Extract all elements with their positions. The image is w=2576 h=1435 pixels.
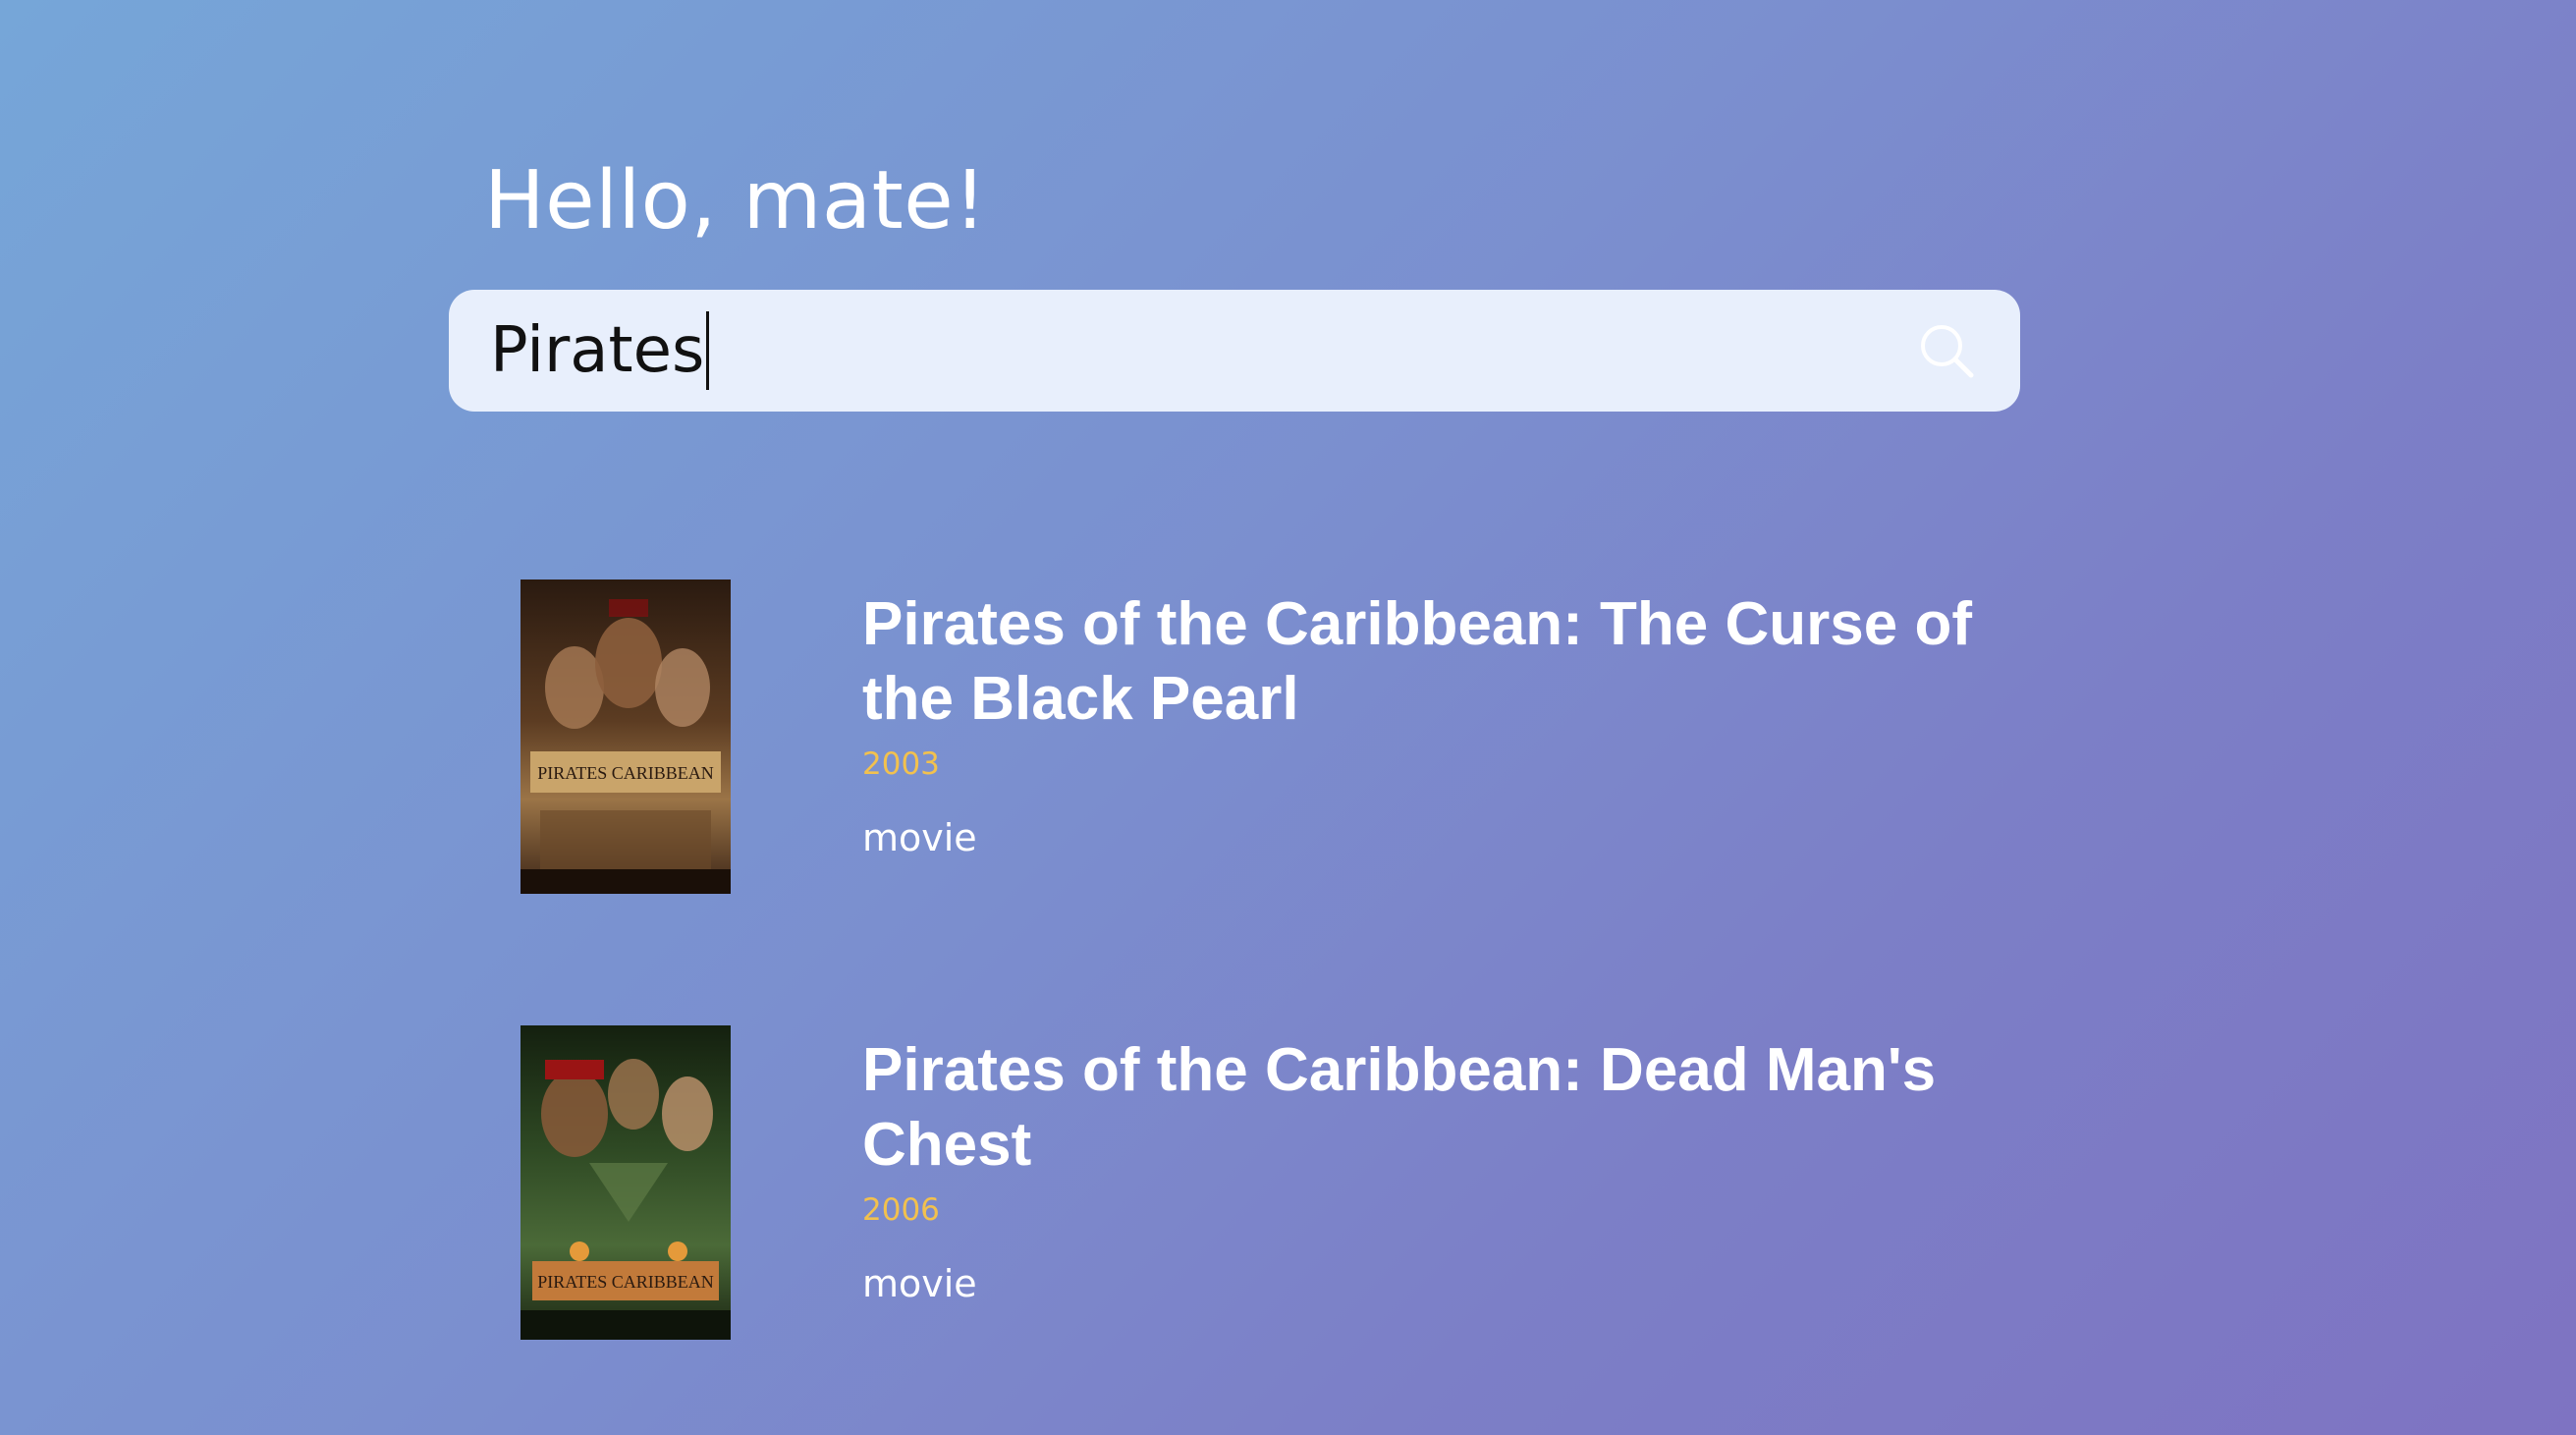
- search-bar[interactable]: Pirates: [449, 290, 2020, 412]
- result-title[interactable]: Pirates of the Caribbean: Dead Man's Che…: [862, 1033, 1992, 1183]
- greeting-heading: Hello, mate!: [484, 154, 987, 248]
- poster-title-text: PIRATES CARIBBEAN: [537, 1272, 714, 1292]
- search-input-value: Pirates: [490, 314, 705, 387]
- movie-poster[interactable]: PIRATES CARIBBEAN: [521, 1025, 731, 1340]
- search-input[interactable]: Pirates: [490, 311, 1912, 390]
- result-info: Pirates of the Caribbean: The Curse of t…: [862, 587, 1992, 860]
- result-item[interactable]: PIRATES CARIBBEAN Pirates of the Caribbe…: [521, 580, 1994, 894]
- result-year: 2006: [862, 1192, 940, 1228]
- result-type: movie: [862, 816, 977, 859]
- poster-title-text: PIRATES CARIBBEAN: [537, 763, 714, 783]
- result-info: Pirates of the Caribbean: Dead Man's Che…: [862, 1033, 1992, 1306]
- movie-poster[interactable]: PIRATES CARIBBEAN: [521, 580, 731, 894]
- result-year: 2003: [862, 746, 940, 782]
- result-item[interactable]: PIRATES CARIBBEAN Pirates of the Caribbe…: [521, 1025, 1994, 1340]
- result-title[interactable]: Pirates of the Caribbean: The Curse of t…: [862, 587, 1992, 737]
- search-icon[interactable]: [1912, 316, 1981, 385]
- result-type: movie: [862, 1262, 977, 1305]
- text-caret: [706, 311, 710, 390]
